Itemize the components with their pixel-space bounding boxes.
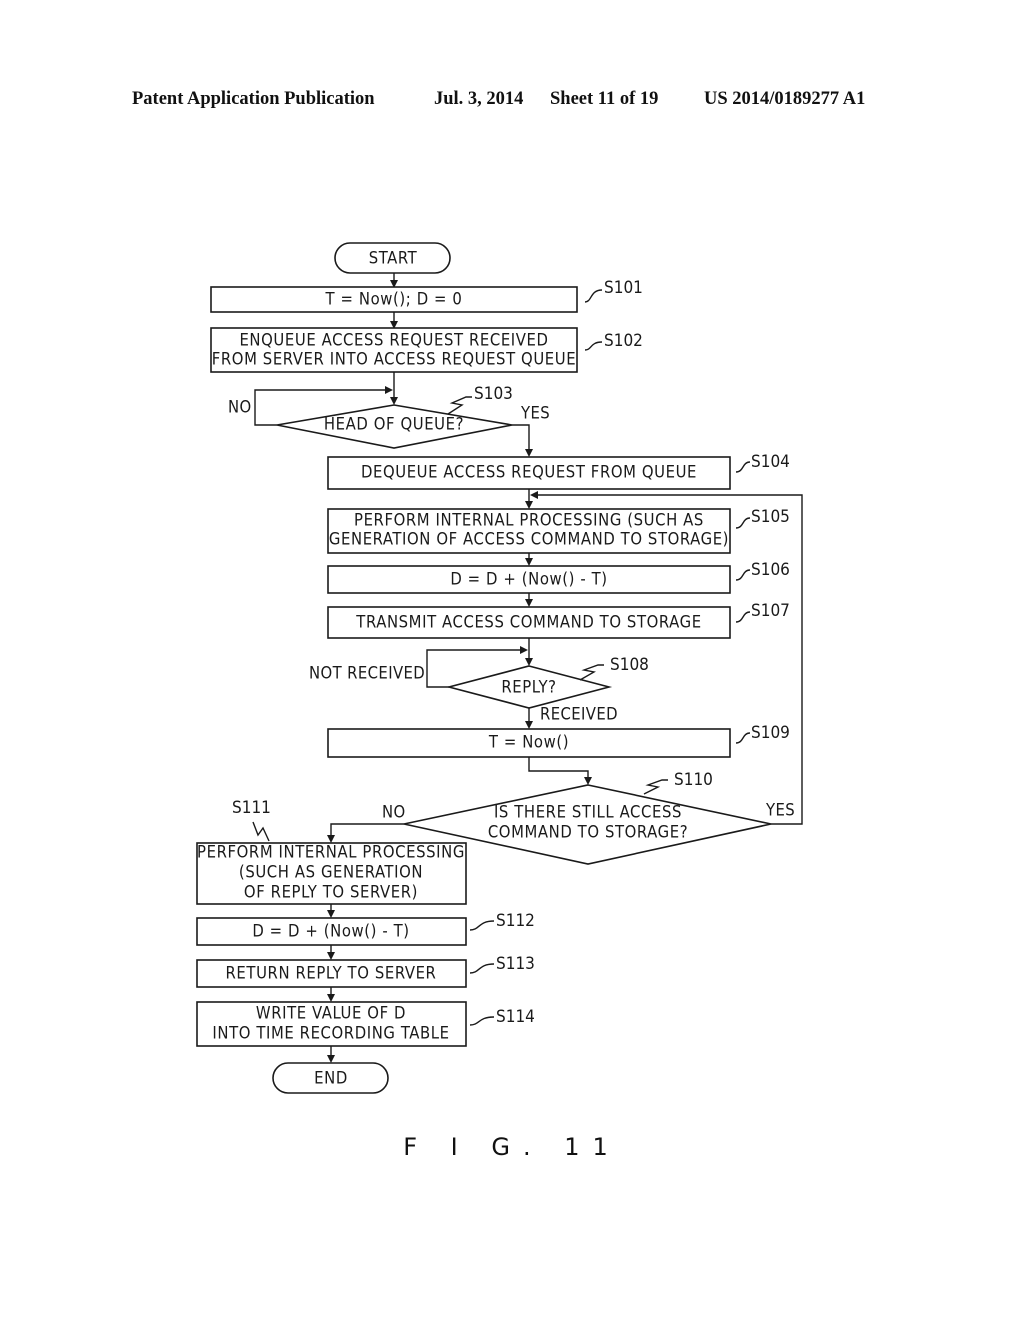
step-s112: D = D + (Now() - T) S112 — [196, 911, 535, 946]
decision-s108: REPLY? S108 NOT RECEIVED RECEIVED — [309, 655, 649, 724]
step-s107: TRANSMIT ACCESS COMMAND TO STORAGE S107 — [327, 601, 790, 639]
decision-s110-no-label: NO — [382, 803, 406, 822]
step-s104: DEQUEUE ACCESS REQUEST FROM QUEUE S104 — [327, 452, 790, 490]
step-s106-text: D = D + (Now() - T) — [450, 570, 607, 589]
step-s111-id: S111 — [232, 798, 271, 818]
step-s104-id: S104 — [751, 452, 790, 472]
decision-s103-id: S103 — [474, 384, 513, 404]
decision-s103-text: HEAD OF QUEUE? — [324, 415, 464, 434]
decision-s110-text-line2: COMMAND TO STORAGE? — [488, 823, 688, 842]
step-s114: WRITE VALUE OF D INTO TIME RECORDING TAB… — [196, 1001, 535, 1047]
end-terminal: END — [272, 1062, 389, 1094]
step-s105-text-line1: PERFORM INTERNAL PROCESSING (SUCH AS — [354, 511, 704, 530]
step-s111-text-line3: OF REPLY TO SERVER) — [244, 883, 418, 902]
decision-s108-yes-label: RECEIVED — [540, 705, 618, 724]
step-s109-text: T = Now() — [488, 733, 569, 752]
step-s107-id: S107 — [751, 601, 790, 621]
step-s111: PERFORM INTERNAL PROCESSING (SUCH AS GEN… — [196, 798, 467, 905]
step-s112-id: S112 — [496, 911, 535, 931]
step-s102: ENQUEUE ACCESS REQUEST RECEIVED FROM SER… — [210, 327, 643, 373]
step-s102-id: S102 — [604, 331, 643, 351]
step-s111-text-line1: PERFORM INTERNAL PROCESSING — [197, 843, 465, 862]
step-s105: PERFORM INTERNAL PROCESSING (SUCH AS GEN… — [327, 507, 790, 554]
step-s101-text: T = Now(); D = 0 — [325, 290, 463, 309]
step-s111-text-line2: (SUCH AS GENERATION — [239, 863, 423, 882]
step-s113-text: RETURN REPLY TO SERVER — [226, 964, 437, 983]
step-s105-text-line2: GENERATION OF ACCESS COMMAND TO STORAGE) — [329, 530, 729, 549]
step-s101-id: S101 — [604, 278, 643, 298]
decision-s110-id: S110 — [674, 770, 713, 790]
step-s114-id: S114 — [496, 1007, 535, 1027]
step-s114-text-line1: WRITE VALUE OF D — [256, 1004, 406, 1023]
step-s112-text: D = D + (Now() - T) — [252, 922, 409, 941]
step-s106-id: S106 — [751, 560, 790, 580]
step-s104-text: DEQUEUE ACCESS REQUEST FROM QUEUE — [361, 463, 697, 482]
step-s113-id: S113 — [496, 954, 535, 974]
decision-s103-yes-label: YES — [520, 404, 550, 423]
step-s109: T = Now() S109 — [327, 723, 790, 758]
start-terminal: START — [334, 242, 451, 274]
flowchart: START T = Now(); D = 0 S101 ENQUEUE ACCE… — [196, 242, 803, 1094]
step-s113: RETURN REPLY TO SERVER S113 — [196, 954, 535, 988]
step-s114-text-line2: INTO TIME RECORDING TABLE — [212, 1024, 449, 1043]
decision-s103: HEAD OF QUEUE? S103 NO YES — [228, 384, 550, 449]
start-label: START — [369, 249, 418, 268]
figure-label: F I G. 11 — [403, 1133, 621, 1161]
decision-s108-no-label: NOT RECEIVED — [309, 664, 425, 683]
decision-s110-text-line1: IS THERE STILL ACCESS — [494, 803, 682, 822]
end-label: END — [314, 1069, 348, 1088]
step-s109-id: S109 — [751, 723, 790, 743]
step-s102-text-line1: ENQUEUE ACCESS REQUEST RECEIVED — [239, 331, 548, 350]
step-s107-text: TRANSMIT ACCESS COMMAND TO STORAGE — [355, 613, 701, 632]
decision-s108-id: S108 — [610, 655, 649, 675]
step-s101: T = Now(); D = 0 S101 — [210, 278, 643, 313]
decision-s110-yes-label: YES — [765, 801, 795, 820]
decision-s103-no-label: NO — [228, 398, 252, 417]
step-s106: D = D + (Now() - T) S106 — [327, 560, 790, 594]
decision-s108-text: REPLY? — [501, 678, 556, 697]
step-s102-text-line2: FROM SERVER INTO ACCESS REQUEST QUEUE — [212, 350, 577, 369]
step-s105-id: S105 — [751, 507, 790, 527]
